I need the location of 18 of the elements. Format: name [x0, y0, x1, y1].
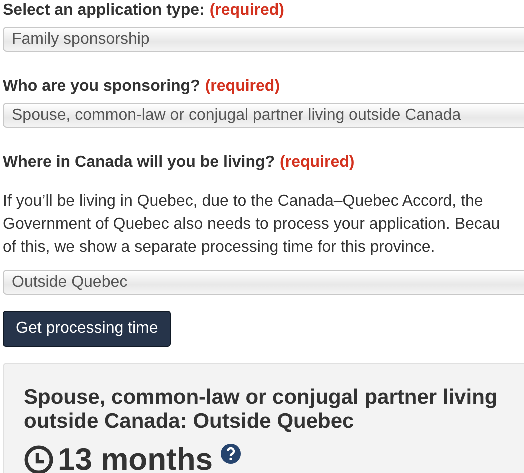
result-title-line: outside Canada: Outside Quebec: [24, 410, 356, 434]
get-processing-time-button[interactable]: Get processing time: [3, 311, 172, 347]
dropdown[interactable]: Outside Quebec: [3, 270, 524, 295]
field-label: Where in Canada will you be living?: [3, 153, 276, 173]
help-text-line: of this, we show a separate processing time for this province.: [3, 238, 436, 258]
required-note: (required): [280, 153, 355, 173]
dropdown[interactable]: Spouse, common-law or conjugal partner living outside Canada: [3, 103, 524, 128]
field-label: Select an application type:: [3, 1, 205, 21]
help-text-line: If you’ll be living in Quebec, due to the Canada–Quebec Accord, the: [3, 192, 484, 212]
processing-time: 13 months: [58, 442, 214, 473]
required-note: (required): [205, 77, 280, 97]
required-note: (required): [210, 1, 284, 21]
clock-icon: [24, 445, 54, 473]
dropdown[interactable]: Family sponsorship: [3, 27, 524, 52]
result-title-line: Spouse, common-law or conjugal partner living: [24, 386, 499, 410]
help-icon[interactable]: [221, 444, 242, 464]
field-label: Who are you sponsoring?: [3, 77, 200, 97]
help-text-line: Government of Quebec also needs to process your application. Becau: [3, 215, 502, 235]
